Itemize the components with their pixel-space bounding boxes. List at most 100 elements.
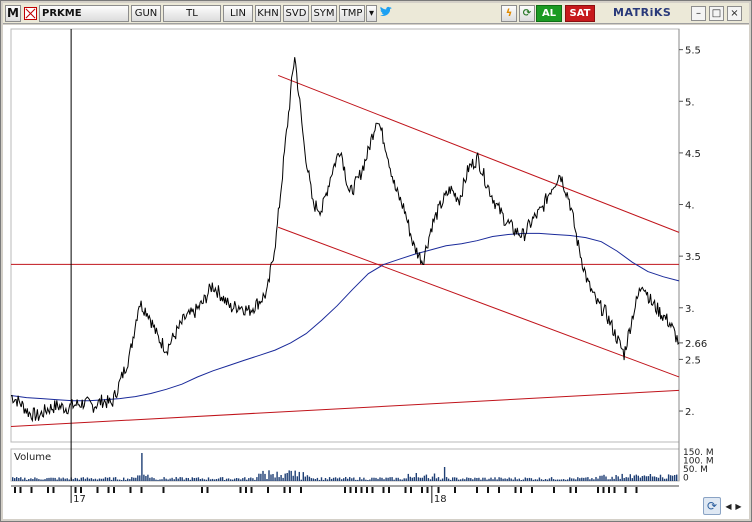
- volume-bar: [462, 478, 464, 481]
- volume-bar: [395, 477, 397, 481]
- volume-bar: [139, 475, 141, 481]
- khn-button[interactable]: KHN: [255, 5, 281, 22]
- volume-bar: [260, 473, 262, 481]
- y-tick-label: 2.: [685, 407, 695, 418]
- minimize-button[interactable]: –: [691, 6, 706, 21]
- volume-bar: [72, 479, 74, 481]
- time-tick-mark: [498, 487, 500, 493]
- volume-bar: [534, 479, 537, 481]
- refresh-icon[interactable]: ⟳: [519, 5, 535, 22]
- volume-bar: [219, 477, 222, 481]
- twitter-bird-glyph: [380, 6, 392, 16]
- time-tick-mark: [602, 487, 605, 493]
- volume-bar: [328, 477, 331, 481]
- sell-button[interactable]: SAT: [565, 5, 595, 22]
- time-tick-mark: [382, 487, 385, 493]
- volume-bar: [546, 479, 549, 481]
- volume-bar: [179, 477, 181, 481]
- volume-bar: [16, 477, 18, 481]
- scale-lin-button[interactable]: LIN: [223, 5, 253, 22]
- volume-bar: [575, 479, 577, 481]
- buy-button[interactable]: AL: [536, 5, 562, 22]
- volume-bar: [306, 475, 309, 481]
- price-chart[interactable]: 5.5 5. 4.5 4. 3.5 3. 2.66 2.5 2. 150. M100. M50.…: [3, 25, 749, 519]
- volume-bar: [540, 479, 543, 481]
- close-button[interactable]: ×: [727, 6, 742, 21]
- scroll-left-button[interactable]: ◀: [724, 502, 733, 512]
- sym-button[interactable]: SYM: [311, 5, 337, 22]
- volume-bar: [506, 478, 508, 481]
- volume-bar: [197, 477, 200, 481]
- brand-logo: MATRiKS: [613, 6, 672, 19]
- symbol-input[interactable]: PRKME: [39, 5, 129, 22]
- maximize-button[interactable]: □: [709, 6, 724, 21]
- volume-bar: [474, 477, 476, 481]
- y-tick-label: 4.5: [685, 149, 701, 160]
- volume-bar: [415, 473, 417, 481]
- time-tick-mark: [569, 487, 572, 493]
- time-tick-mark: [635, 487, 638, 493]
- tmp-button[interactable]: TMP: [339, 5, 365, 22]
- time-tick-mark: [140, 487, 143, 493]
- y-tick-label: 4.: [685, 201, 695, 212]
- scroll-right-button[interactable]: ▶: [734, 502, 743, 512]
- time-tick-mark: [300, 487, 302, 493]
- volume-bar: [56, 479, 58, 481]
- currency-button[interactable]: TL: [163, 5, 221, 22]
- volume-bar: [532, 479, 535, 481]
- volume-bar: [482, 477, 484, 481]
- volume-axis: 150. M100. M50. M0: [683, 448, 714, 484]
- volume-bar: [244, 477, 246, 481]
- volume-bar: [125, 479, 127, 481]
- volume-bar: [579, 478, 581, 481]
- volume-bar: [62, 477, 64, 481]
- price-axis: 5.5 5. 4.5 4. 3.5 3. 2.66 2.5 2.: [679, 46, 707, 418]
- volume-bar: [230, 479, 232, 481]
- volume-bar: [290, 470, 292, 481]
- svd-button[interactable]: SVD: [283, 5, 309, 22]
- volume-bar: [563, 479, 565, 481]
- period-button[interactable]: GUN: [131, 5, 161, 22]
- volume-bar: [199, 479, 202, 481]
- time-tick-mark: [74, 487, 77, 493]
- volume-bar: [181, 477, 183, 481]
- chart-refresh-button[interactable]: ⟳: [703, 497, 721, 515]
- volume-bar: [36, 478, 38, 481]
- volume-bar: [500, 477, 502, 481]
- volume-bar: [621, 473, 623, 481]
- time-tick-mark: [245, 487, 247, 493]
- volume-bar: [569, 477, 571, 481]
- volume-bar: [445, 477, 448, 481]
- volume-bar: [409, 476, 411, 481]
- chart-area[interactable]: 5.5 5. 4.5 4. 3.5 3. 2.66 2.5 2. 150. M 100. M 50.…: [3, 25, 749, 519]
- time-tick-mark: [404, 487, 407, 493]
- volume-bar: [131, 477, 133, 481]
- volume-bar: [296, 476, 298, 481]
- volume-bar: [676, 474, 678, 481]
- volume-bar: [611, 476, 613, 481]
- time-tick-mark: [487, 487, 489, 493]
- flash-icon[interactable]: ϟ: [501, 5, 517, 22]
- time-tick-mark: [624, 487, 627, 493]
- twitter-bird-icon[interactable]: [379, 5, 393, 22]
- volume-bar: [361, 479, 363, 481]
- volume-bar: [240, 479, 242, 481]
- app-logo-button[interactable]: M: [5, 5, 21, 22]
- volume-bar: [615, 475, 617, 481]
- volume-bar: [585, 477, 587, 481]
- volume-bar: [262, 470, 264, 481]
- y-tick-label: 5.5: [685, 46, 701, 57]
- volume-bar: [466, 477, 468, 481]
- volume-bar: [78, 479, 80, 481]
- volume-bar: [492, 479, 494, 481]
- price-line: [10, 57, 680, 423]
- volume-bar: [419, 477, 422, 481]
- time-tick-mark: [388, 487, 390, 493]
- template-dropdown-icon[interactable]: ▾: [366, 5, 377, 22]
- time-tick-mark: [426, 487, 429, 493]
- volume-bar: [324, 478, 327, 481]
- volume-bar: [330, 478, 333, 481]
- volume-bar: [258, 473, 260, 481]
- time-tick-mark: [410, 487, 412, 493]
- volume-label: Volume: [14, 452, 51, 463]
